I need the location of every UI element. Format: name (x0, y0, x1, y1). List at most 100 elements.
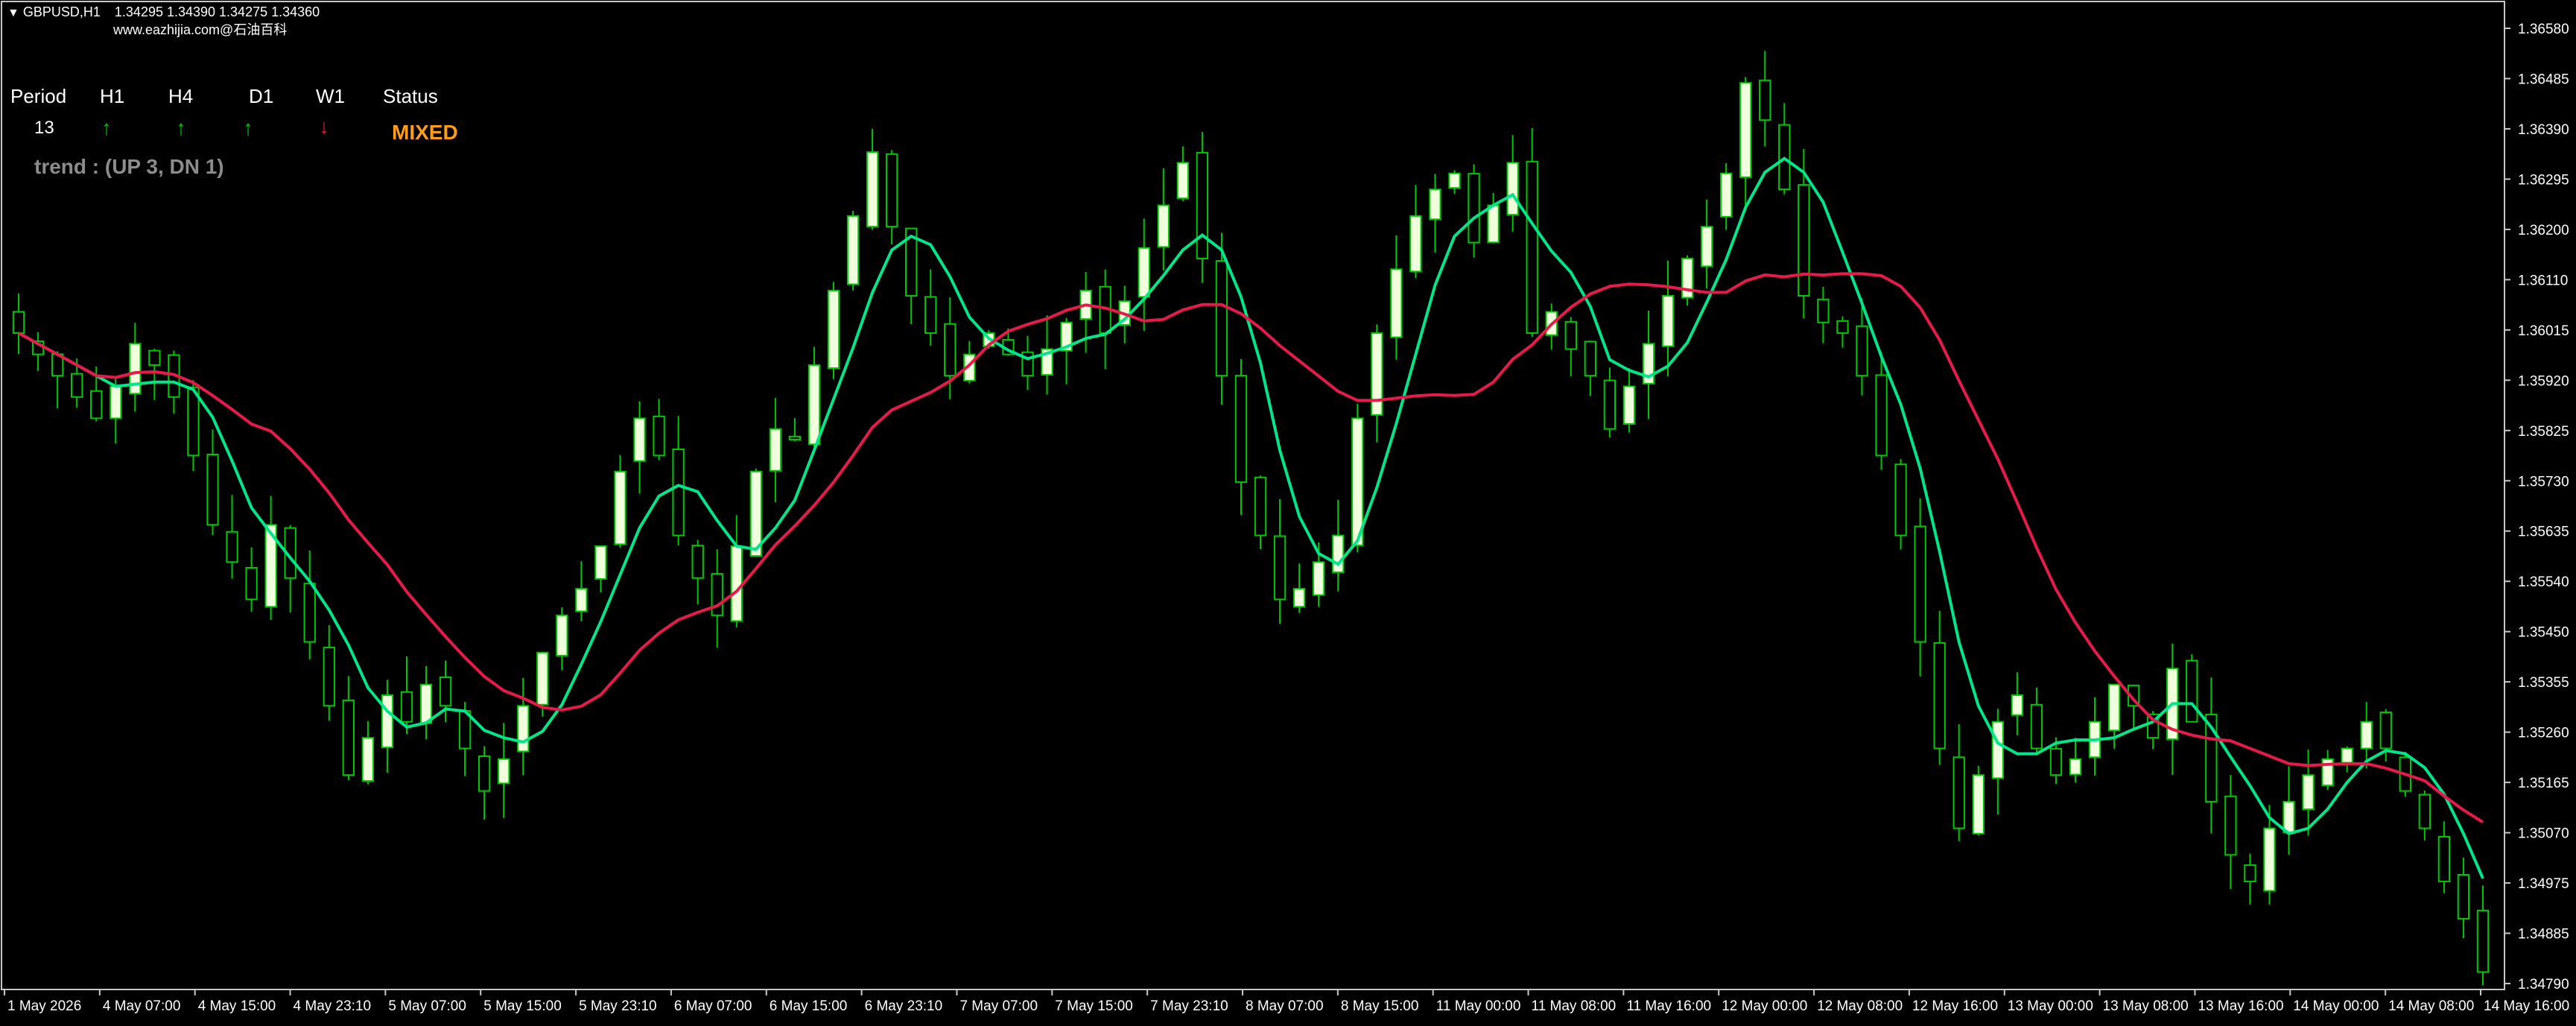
candle-bull[interactable] (769, 428, 782, 472)
candle-bull[interactable] (1487, 204, 1500, 244)
candle-bear[interactable] (323, 647, 335, 707)
candle-bear[interactable] (1196, 151, 1209, 260)
candle-bull[interactable] (110, 385, 122, 419)
candle-bear[interactable] (439, 677, 452, 707)
candle-bull[interactable] (1506, 162, 1519, 216)
candle-bull[interactable] (1176, 162, 1189, 200)
candle-bull[interactable] (129, 343, 142, 395)
candle-bull[interactable] (575, 588, 588, 612)
price-chart[interactable]: 1.36580 1.36485 1.36390 1.36295 1.36200 1.361… (0, 0, 2576, 1022)
candle-bear[interactable] (1914, 525, 1926, 643)
candle-bull[interactable] (1622, 385, 1636, 425)
candle-bear[interactable] (1273, 535, 1287, 601)
candle-bull[interactable] (866, 151, 879, 228)
candle-bull[interactable] (1390, 268, 1403, 338)
candle-bull[interactable] (1157, 204, 1170, 248)
candle-bull[interactable] (2360, 721, 2373, 750)
candle-bear[interactable] (2457, 874, 2470, 920)
candle-bull[interactable] (517, 705, 530, 753)
candle-bear[interactable] (226, 531, 238, 563)
candle-bull[interactable] (1332, 534, 1345, 573)
candle-bull[interactable] (2263, 827, 2276, 892)
candle-bull[interactable] (1681, 258, 1694, 299)
candle-bull[interactable] (1292, 588, 1306, 608)
candle-bear[interactable] (90, 390, 103, 419)
candle-bear[interactable] (1836, 320, 1849, 335)
candle-bear[interactable] (1603, 379, 1617, 430)
candle-bear[interactable] (885, 153, 898, 228)
candle-bull[interactable] (381, 694, 394, 749)
candle-bear[interactable] (1798, 184, 1810, 297)
candle-bull[interactable] (1719, 172, 1733, 218)
candle-bull[interactable] (2011, 694, 2024, 716)
candle-bull[interactable] (2341, 747, 2353, 764)
candle-bear[interactable] (1526, 160, 1538, 335)
candle-bear[interactable] (245, 566, 258, 601)
candle-bear[interactable] (2186, 659, 2198, 723)
candle-bear[interactable] (1817, 298, 1830, 323)
candle-bear[interactable] (788, 435, 802, 440)
candle-bull[interactable] (2069, 758, 2082, 776)
candle-bull[interactable] (2302, 774, 2315, 811)
candle-bear[interactable] (303, 583, 316, 643)
candle-bull[interactable] (1371, 332, 1383, 416)
candle-bear[interactable] (71, 373, 83, 398)
candle-bear[interactable] (2437, 835, 2451, 883)
candle-bear[interactable] (1856, 325, 1868, 377)
candle-bull[interactable] (827, 289, 840, 370)
candle-bear[interactable] (2049, 747, 2063, 776)
candle-bear[interactable] (1584, 341, 1596, 377)
candle-bear[interactable] (1254, 476, 1267, 536)
candle-bear[interactable] (2476, 909, 2490, 973)
candle-bear[interactable] (342, 699, 355, 776)
candle-bear[interactable] (187, 386, 200, 457)
chart-canvas[interactable]: 1.36580 1.36485 1.36390 1.36295 1.36200 1.361… (0, 0, 2576, 1022)
candle-bull[interactable] (1409, 215, 1422, 273)
candle-bear[interactable] (711, 573, 723, 616)
candle-bull[interactable] (808, 364, 821, 446)
candle-bull[interactable] (1448, 172, 1461, 189)
candle-bull[interactable] (614, 470, 626, 545)
candle-bull[interactable] (1429, 189, 1441, 221)
candle-bear[interactable] (2030, 703, 2043, 750)
candle-bear[interactable] (400, 691, 413, 723)
candle-bull[interactable] (536, 651, 549, 706)
candle-bear[interactable] (2224, 795, 2237, 856)
candle-bull[interactable] (1313, 561, 1325, 596)
candle-bull[interactable] (846, 215, 860, 285)
candle-bear[interactable] (2418, 794, 2431, 829)
candle-bear[interactable] (924, 296, 937, 335)
candle-bear[interactable] (1564, 320, 1577, 350)
candle-bear[interactable] (1468, 173, 1480, 244)
candle-bull[interactable] (1991, 721, 2004, 779)
candle-bear[interactable] (691, 545, 704, 579)
candle-bear[interactable] (1234, 375, 1248, 484)
candle-bull[interactable] (2282, 800, 2295, 834)
candle-bear[interactable] (1759, 79, 1771, 121)
candle-bear[interactable] (1952, 756, 1965, 829)
candle-bear[interactable] (148, 349, 161, 366)
candle-bull[interactable] (419, 683, 433, 724)
dropdown-triangle-icon[interactable]: ▼ (7, 7, 19, 19)
candle-bear[interactable] (1215, 260, 1228, 377)
candle-bull[interactable] (1700, 226, 1713, 267)
candle-bear[interactable] (12, 311, 25, 335)
candle-bear[interactable] (1933, 642, 1946, 750)
candle-bull[interactable] (1138, 247, 1150, 298)
candle-bull[interactable] (633, 417, 646, 462)
candle-bull[interactable] (594, 545, 607, 580)
candle-bull[interactable] (1739, 82, 1752, 178)
candle-bear[interactable] (653, 415, 665, 457)
candle-bear[interactable] (1875, 374, 1888, 457)
candle-bear[interactable] (672, 449, 685, 536)
candle-bull[interactable] (2107, 683, 2121, 732)
candle-bear[interactable] (478, 755, 491, 792)
candle-bear[interactable] (1894, 463, 1907, 536)
candle-bull[interactable] (556, 614, 568, 656)
candle-bear[interactable] (2379, 712, 2392, 750)
candle-bull[interactable] (730, 545, 743, 622)
candle-bear[interactable] (944, 323, 957, 377)
candle-bull[interactable] (1972, 774, 1985, 835)
candle-bear[interactable] (2244, 864, 2256, 883)
candle-bull[interactable] (498, 758, 510, 785)
